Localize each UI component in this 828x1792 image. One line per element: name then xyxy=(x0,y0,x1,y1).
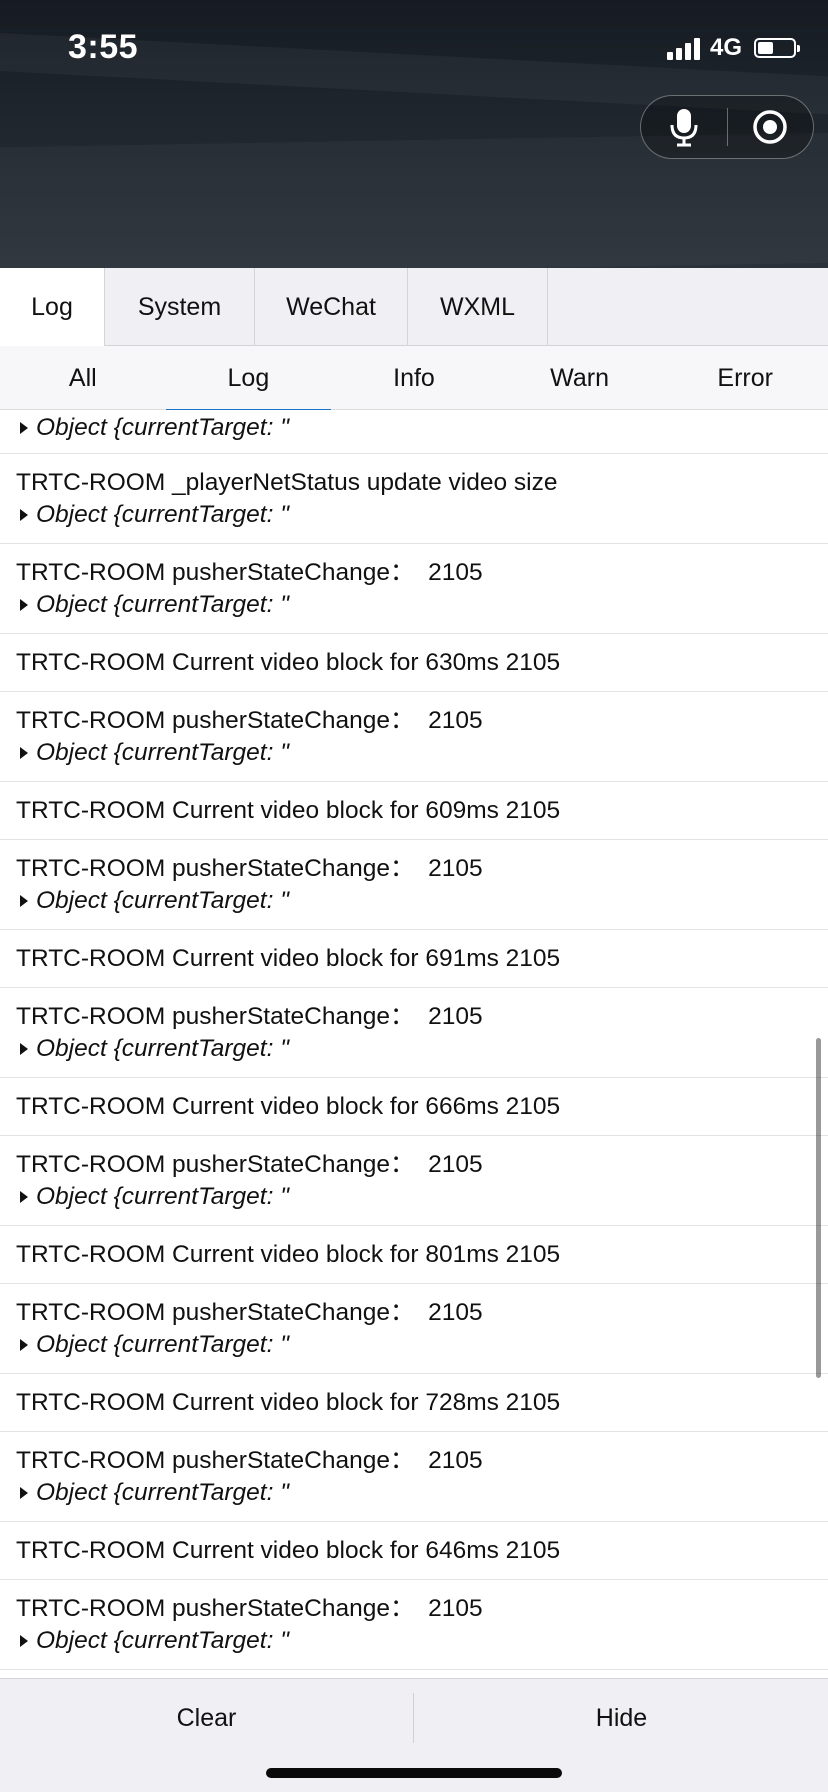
log-text: TRTC-ROOM Current video block for 801ms … xyxy=(16,1240,561,1268)
log-object-toggle[interactable]: Object {currentTarget: " xyxy=(16,499,812,531)
log-object-text: Object {currentTarget: " xyxy=(36,1182,289,1210)
log-entry: TRTC-ROOM Current video block for 691ms … xyxy=(0,930,828,988)
filter-log[interactable]: Log xyxy=(165,346,332,411)
bottom-action-bar: Clear Hide xyxy=(0,1678,828,1792)
log-entry: TRTC-ROOM pusherStateChange： 2105 Object… xyxy=(0,1284,828,1374)
filter-info[interactable]: Info xyxy=(331,346,497,410)
network-type: 4G xyxy=(709,34,742,61)
caret-right-icon xyxy=(20,1042,28,1055)
log-text: TRTC-ROOM pusherStateChange： 2105 xyxy=(16,1594,483,1622)
caret-right-icon xyxy=(20,1338,28,1351)
log-object-toggle[interactable]: Object {currentTarget: " xyxy=(16,737,812,769)
caret-right-icon xyxy=(20,1190,28,1203)
log-entry: TRTC-ROOM Current video block for 801ms … xyxy=(0,1226,828,1284)
log-object-text: Object {currentTarget: " xyxy=(36,500,289,528)
microphone-button[interactable] xyxy=(641,96,727,158)
log-text: TRTC-ROOM Current video block for 609ms … xyxy=(16,796,561,824)
log-entry: TRTC-ROOM Current video block for 666ms … xyxy=(0,1078,828,1136)
log-object-toggle[interactable]: Object {currentTarget: " xyxy=(16,589,812,621)
log-object-text: Object {currentTarget: " xyxy=(36,1478,289,1506)
caret-right-icon xyxy=(20,508,28,521)
log-text: TRTC-ROOM pusherStateChange： 2105 xyxy=(16,1446,483,1474)
filter-warn[interactable]: Warn xyxy=(497,346,663,410)
log-entry: TRTC-ROOM Current video block for 630ms … xyxy=(0,634,828,692)
battery-icon xyxy=(754,38,800,58)
log-object-text: Object {currentTarget: " xyxy=(36,590,289,618)
log-text: TRTC-ROOM _playerNetStatus update video … xyxy=(16,468,558,496)
log-object-toggle[interactable]: Object {currentTarget: " xyxy=(16,1033,812,1065)
log-entry: TRTC-ROOM pusherStateChange： 2105 Object… xyxy=(0,1432,828,1522)
caret-right-icon xyxy=(20,894,28,907)
log-list[interactable]: Object {currentTarget: " TRTC-ROOM _play… xyxy=(0,410,828,1678)
log-text: TRTC-ROOM Current video block for 630ms … xyxy=(16,648,561,676)
bottom-divider xyxy=(413,1693,414,1743)
record-button[interactable] xyxy=(728,96,814,158)
home-indicator[interactable] xyxy=(266,1768,562,1778)
log-object-toggle[interactable]: Object {currentTarget: " xyxy=(16,412,812,444)
log-entry: TRTC-ROOM pusherStateChange： 2105 Object… xyxy=(0,840,828,930)
hide-button[interactable]: Hide xyxy=(415,1679,828,1757)
log-object-text: Object {currentTarget: " xyxy=(36,1034,289,1062)
log-object-toggle[interactable]: Object {currentTarget: " xyxy=(16,1181,812,1213)
log-text: TRTC-ROOM pusherStateChange： 2105 xyxy=(16,558,483,586)
log-text: TRTC-ROOM pusherStateChange： 2105 xyxy=(16,1298,483,1326)
log-object-toggle[interactable]: Object {currentTarget: " xyxy=(16,1625,812,1657)
cellular-signal-icon xyxy=(666,36,700,60)
scrollbar-thumb[interactable] xyxy=(816,1038,821,1378)
log-text: TRTC-ROOM pusherStateChange： 2105 xyxy=(16,1150,483,1178)
microphone-icon xyxy=(670,109,698,147)
log-filter-tabs: All Log Info Warn Error xyxy=(0,346,828,411)
log-text: TRTC-ROOM pusherStateChange： 2105 xyxy=(16,1002,483,1030)
tab-system[interactable]: System xyxy=(105,268,255,346)
log-entry: TRTC-ROOM _playerNetStatus update video … xyxy=(0,454,828,544)
log-entry: TRTC-ROOM pusherStateChange： 2105 Object… xyxy=(0,1136,828,1226)
log-object-text: Object {currentTarget: " xyxy=(36,886,289,914)
log-text: TRTC-ROOM pusherStateChange： 2105 xyxy=(16,854,483,882)
log-text: TRTC-ROOM Current video block for 728ms … xyxy=(16,1388,561,1416)
log-object-toggle[interactable]: Object {currentTarget: " xyxy=(16,885,812,917)
log-object-text: Object {currentTarget: " xyxy=(36,1330,289,1358)
log-entry: TRTC-ROOM pusherStateChange： 2105 Object… xyxy=(0,692,828,782)
battery-nub xyxy=(797,45,800,52)
log-entry: TRTC-ROOM Current video block for 609ms … xyxy=(0,782,828,840)
log-object-text: Object {currentTarget: " xyxy=(36,1626,289,1654)
miniprogram-capsule xyxy=(640,95,814,159)
log-object-text: Object {currentTarget: " xyxy=(36,414,289,441)
log-entry: Object {currentTarget: " xyxy=(0,410,828,454)
log-object-toggle[interactable]: Object {currentTarget: " xyxy=(16,1477,812,1509)
status-time: 3:55 xyxy=(68,28,139,66)
tab-wxml[interactable]: WXML xyxy=(408,268,548,346)
log-text: TRTC-ROOM Current video block for 666ms … xyxy=(16,1092,561,1120)
log-entry: TRTC-ROOM pusherStateChange： 2105 Object… xyxy=(0,544,828,634)
log-text: TRTC-ROOM pusherStateChange： 2105 xyxy=(16,706,483,734)
record-target-icon xyxy=(753,110,787,144)
log-entry: TRTC-ROOM Current video block for 728ms … xyxy=(0,1374,828,1432)
caret-right-icon xyxy=(20,598,28,611)
log-text: TRTC-ROOM Current video block for 691ms … xyxy=(16,944,561,972)
log-object-text: Object {currentTarget: " xyxy=(36,738,289,766)
caret-right-icon xyxy=(20,1634,28,1647)
battery-level-fill xyxy=(758,42,773,54)
tab-wechat[interactable]: WeChat xyxy=(255,268,408,346)
status-indicators: 4G xyxy=(666,34,800,62)
log-entry: TRTC-ROOM pusherStateChange： 2105 Object… xyxy=(0,1580,828,1670)
caret-right-icon xyxy=(20,422,28,434)
caret-right-icon xyxy=(20,1486,28,1499)
log-text: TRTC-ROOM Current video block for 646ms … xyxy=(16,1536,561,1564)
log-entry: TRTC-ROOM Current video block for 646ms … xyxy=(0,1522,828,1580)
log-object-toggle[interactable]: Object {currentTarget: " xyxy=(16,1329,812,1361)
console-tabs: Log System WeChat WXML xyxy=(0,268,828,346)
filter-error[interactable]: Error xyxy=(662,346,828,410)
video-preview: 3:55 4G xyxy=(0,0,828,268)
clear-button[interactable]: Clear xyxy=(0,1679,413,1757)
filter-all[interactable]: All xyxy=(0,346,166,410)
caret-right-icon xyxy=(20,746,28,759)
log-entry: TRTC-ROOM pusherStateChange： 2105 Object… xyxy=(0,988,828,1078)
tab-log[interactable]: Log xyxy=(0,268,105,346)
